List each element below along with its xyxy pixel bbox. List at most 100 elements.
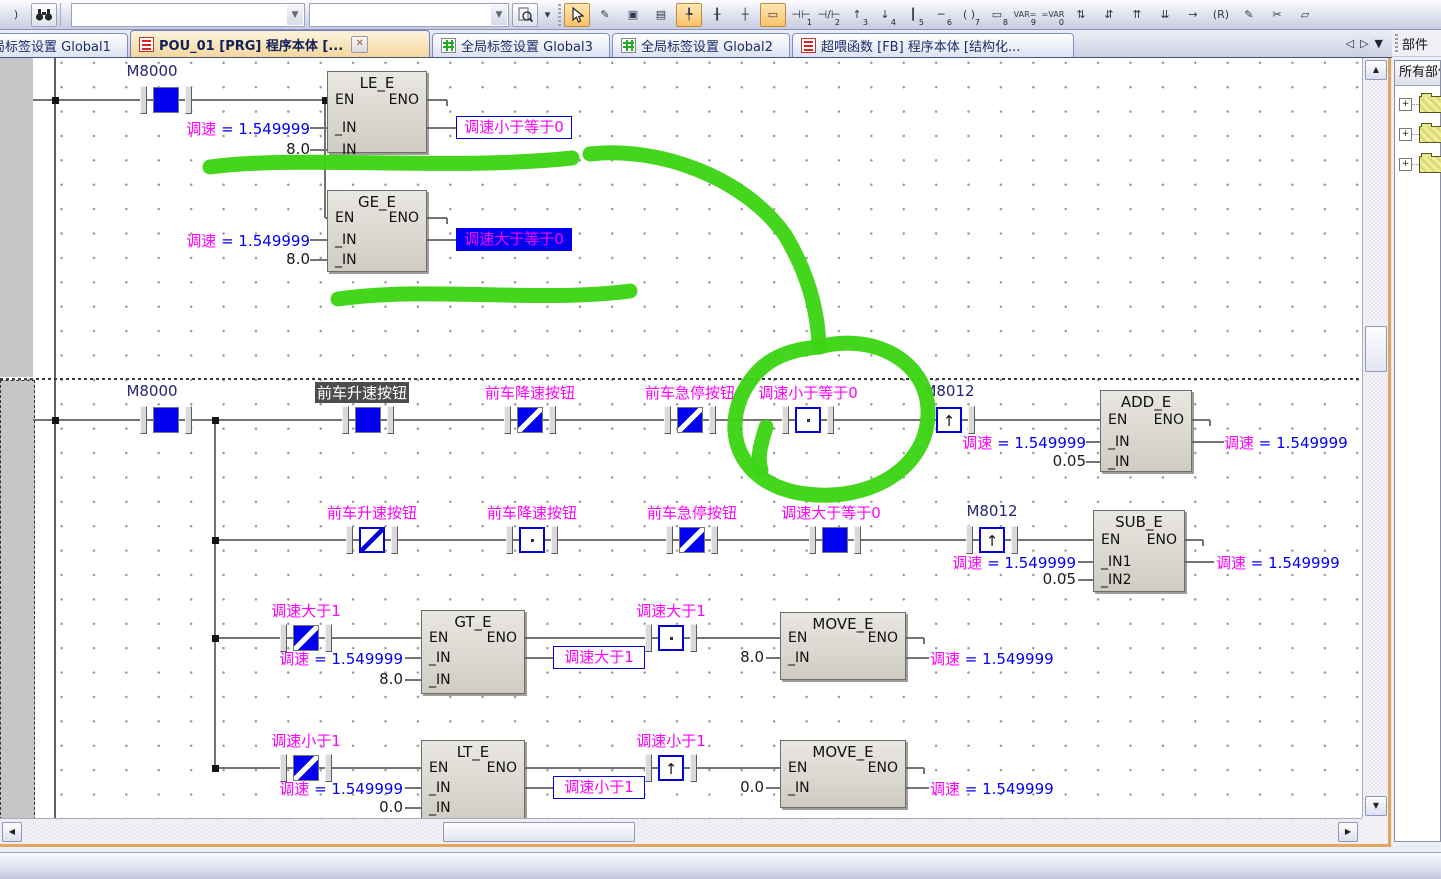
combo-dropdown-arrow[interactable]: ▼ xyxy=(491,5,507,25)
tree-expand-icon[interactable]: + xyxy=(1399,128,1412,141)
scroll-right-button[interactable]: ▶ xyxy=(1338,822,1358,842)
contact-open-icon[interactable]: ⊣⊢1 xyxy=(788,3,814,27)
zoom-page-icon[interactable] xyxy=(512,3,538,27)
delete-line-icon[interactable]: ┼ xyxy=(732,3,758,27)
ladder-contact[interactable] xyxy=(809,526,861,554)
var-assign-icon[interactable]: VAR=9 xyxy=(1012,3,1038,27)
scroll-left-button[interactable]: ◀ xyxy=(2,822,22,842)
tab-2[interactable]: POU_01 [PRG] 程序本体 [...✕ xyxy=(130,30,430,57)
branch-downup-icon[interactable]: ⇵ xyxy=(1096,3,1122,27)
select-mode-icon[interactable] xyxy=(564,3,590,27)
contact-close-icon[interactable]: ⊣/⊢2 xyxy=(816,3,842,27)
contact-label[interactable]: M8000 xyxy=(126,62,177,80)
contact-label[interactable]: M8000 xyxy=(126,382,177,400)
contact-label[interactable]: 调速大于1 xyxy=(636,600,706,621)
vertical-pair-icon[interactable]: ┃5 xyxy=(900,3,926,27)
function-block-GT_E[interactable]: GT_EEN_IN_INENO xyxy=(421,610,525,694)
edit-pencil-icon[interactable]: ✎ xyxy=(592,3,618,27)
ladder-contact[interactable] xyxy=(666,526,718,554)
cut-rung-icon[interactable]: ✂ xyxy=(1264,3,1290,27)
ladder-contact[interactable] xyxy=(782,406,834,434)
toolbar-overflow-icon[interactable]: ▾ xyxy=(540,3,555,27)
function-block-MOVE_E[interactable]: MOVE_EEN_INENO xyxy=(780,612,906,680)
assign-var-icon[interactable]: =VAR0 xyxy=(1040,3,1066,27)
contact-label[interactable]: 调速大于1 xyxy=(271,600,341,621)
ladder-contact[interactable] xyxy=(645,624,697,652)
combo-dropdown-arrow[interactable]: ▼ xyxy=(287,5,303,25)
function-block-ADD_E[interactable]: ADD_EEN_IN_INENO xyxy=(1100,390,1192,472)
branch-down-icon[interactable]: ⇊ xyxy=(1152,3,1178,27)
tab-close-icon[interactable]: ✕ xyxy=(351,36,368,53)
ladder-contact[interactable] xyxy=(280,754,332,782)
tab-1[interactable]: 全局标签设置 Global1 xyxy=(0,33,128,57)
horizontal-scrollbar[interactable]: ◀▶ xyxy=(0,818,1362,844)
find-binoculars-icon[interactable] xyxy=(31,3,57,27)
function-block-LE_E[interactable]: LE_EEN_IN_INENO xyxy=(327,71,427,153)
contact-label[interactable]: 前车升速按钮 xyxy=(315,382,409,403)
ladder-contact[interactable] xyxy=(140,406,192,434)
branch-up-icon[interactable]: ⇈ xyxy=(1124,3,1150,27)
tab-menu-icon[interactable]: ▼ xyxy=(1375,37,1383,50)
output-label-box[interactable]: 调速大于等于0 xyxy=(456,228,572,251)
batch-edit-icon[interactable]: ▤ xyxy=(648,3,674,27)
parts-list-header[interactable]: 所有部件 xyxy=(1395,61,1440,86)
rung-number-margin-2[interactable] xyxy=(0,380,35,818)
output-label-box[interactable]: 调速大于1 xyxy=(553,646,645,669)
ladder-contact[interactable]: ↑ xyxy=(645,754,697,782)
function-block-SUB_E[interactable]: SUB_EEN_IN1_IN2ENO xyxy=(1093,510,1185,592)
device-display-icon[interactable]: ▣ xyxy=(620,3,646,27)
hline-icon[interactable]: ─6 xyxy=(928,3,954,27)
rect-select-icon[interactable]: ▭ xyxy=(760,3,786,27)
tree-folder-item[interactable]: + xyxy=(1399,96,1441,113)
function-block-LT_E[interactable]: LT_EEN_IN_INENO xyxy=(421,740,525,818)
contact-fall-icon[interactable]: ↓4 xyxy=(872,3,898,27)
vertical-line-icon[interactable]: ╂ xyxy=(704,3,730,27)
contact-label[interactable]: 前车降速按钮 xyxy=(487,502,577,523)
scroll-up-button[interactable]: ▲ xyxy=(1365,60,1387,80)
wire-mode-icon[interactable]: ╄ xyxy=(676,3,702,27)
scroll-down-button[interactable]: ▼ xyxy=(1365,796,1387,816)
combo-value[interactable]: ▼ xyxy=(309,3,509,27)
rung-number-margin-1[interactable] xyxy=(0,58,33,377)
tree-expand-icon[interactable]: + xyxy=(1399,158,1412,171)
function-block-GE_E[interactable]: GE_EEN_IN_INENO xyxy=(327,190,427,272)
tab-scroll-left-icon[interactable]: ◁ xyxy=(1346,37,1354,50)
contact-label[interactable]: 调速小于1 xyxy=(271,730,341,751)
ladder-contact[interactable]: ↑ xyxy=(923,406,975,434)
output-label-box[interactable]: 调速小于1 xyxy=(553,776,645,799)
contact-label[interactable]: 调速小于等于0 xyxy=(758,382,858,403)
tab-3[interactable]: 全局标签设置 Global3 xyxy=(432,33,610,57)
tab-4[interactable]: 全局标签设置 Global2 xyxy=(612,33,790,57)
combo-device[interactable]: ▼ xyxy=(71,3,305,27)
branch-updown-icon[interactable]: ⇅ xyxy=(1068,3,1094,27)
ladder-contact[interactable]: ↑ xyxy=(966,526,1018,554)
ladder-contact[interactable] xyxy=(140,86,192,114)
tree-folder-item[interactable]: + xyxy=(1399,156,1441,173)
ladder-contact[interactable] xyxy=(504,406,556,434)
contact-label[interactable]: 前车降速按钮 xyxy=(485,382,575,403)
jump-arrow-icon[interactable]: → xyxy=(1180,3,1206,27)
contact-label[interactable]: 前车急停按钮 xyxy=(645,382,735,403)
ladder-contact[interactable] xyxy=(280,624,332,652)
contact-label[interactable]: 调速大于等于0 xyxy=(781,502,881,523)
partial-left-icon[interactable]: ) xyxy=(3,3,29,27)
contact-label[interactable]: 前车升速按钮 xyxy=(327,502,417,523)
partial-right-icon[interactable]: ▱ xyxy=(1292,3,1318,27)
contact-label[interactable]: 调速小于1 xyxy=(636,730,706,751)
ladder-canvas[interactable]: LE_EEN_IN_INENO GE_EEN_IN_INENO ADD_EEN_IN… xyxy=(0,58,1362,818)
ladder-contact[interactable] xyxy=(506,526,558,554)
comment-edit-icon[interactable]: ✎ xyxy=(1236,3,1262,27)
tab-5[interactable]: 超喂函数 [FB] 程序本体 [结构化... xyxy=(792,33,1074,57)
tree-folder-item[interactable]: + xyxy=(1399,126,1441,143)
function-block-MOVE_E[interactable]: MOVE_EEN_INENO xyxy=(780,740,906,808)
contact-label[interactable]: 前车急停按钮 xyxy=(647,502,737,523)
tree-expand-icon[interactable]: + xyxy=(1399,98,1412,111)
contact-rise-icon[interactable]: ↑3 xyxy=(844,3,870,27)
vertical-scroll-thumb[interactable] xyxy=(1365,326,1387,372)
ladder-contact[interactable] xyxy=(664,406,716,434)
tab-scroll-right-icon[interactable]: ▷ xyxy=(1360,37,1368,50)
output-label-box[interactable]: 调速小于等于0 xyxy=(456,116,572,139)
ladder-contact[interactable] xyxy=(342,406,394,434)
horizontal-scroll-thumb[interactable] xyxy=(443,822,635,842)
panel-grip[interactable] xyxy=(1395,34,1398,52)
